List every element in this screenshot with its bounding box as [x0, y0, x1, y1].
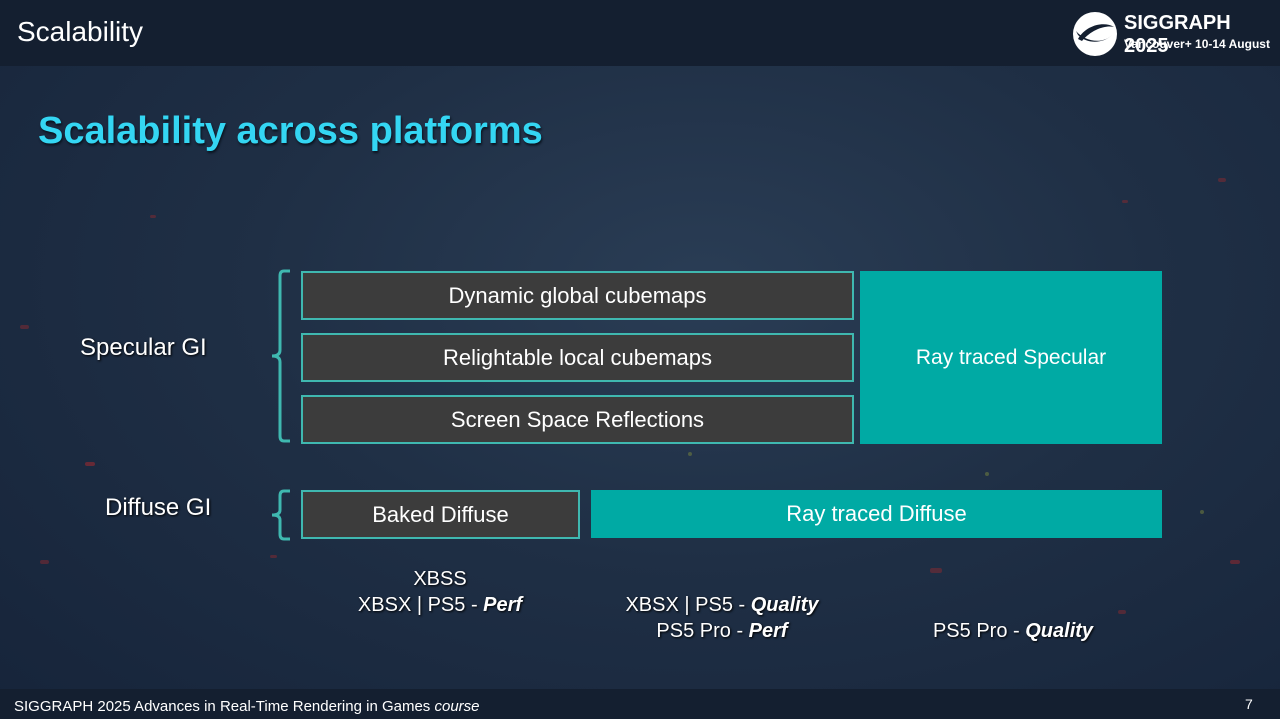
dynamic-global-cubemaps-box: Dynamic global cubemaps: [301, 271, 854, 320]
relightable-local-cubemaps-box: Relightable local cubemaps: [301, 333, 854, 382]
page-number: 7: [1245, 696, 1253, 712]
baked-diffuse-box: Baked Diffuse: [301, 490, 580, 539]
logo-subtitle: Vancouver+ 10-14 August: [1124, 37, 1270, 51]
screen-space-reflections-box: Screen Space Reflections: [301, 395, 854, 444]
specular-bracket: [271, 269, 290, 443]
platform-col-3: PS5 Pro - Quality: [913, 618, 1113, 644]
platform-xbsx-ps5-perf: XBSX | PS5 - Perf: [357, 594, 523, 616]
slide-title: Scalability across platforms: [38, 110, 543, 152]
footer-bar: SIGGRAPH 2025 Advances in Real-Time Rend…: [0, 689, 1280, 719]
ray-traced-diffuse-box: Ray traced Diffuse: [591, 490, 1162, 538]
specular-gi-label: Specular GI: [80, 334, 207, 361]
siggraph-logo-icon: [1073, 12, 1117, 56]
platform-col-1: XBSS XBSX | PS5 - Perf: [340, 566, 540, 618]
diffuse-gi-label: Diffuse GI: [105, 494, 212, 521]
header-bar: Scalability SIGGRAPH 2025 Vancouver+ 10-…: [0, 0, 1280, 66]
platform-col-2: XBSX | PS5 - Quality PS5 Pro - Perf: [612, 592, 832, 644]
ray-traced-specular-box: Ray traced Specular: [860, 271, 1162, 444]
section-title: Scalability: [17, 16, 144, 47]
platform-ps5pro-perf: PS5 Pro - Perf: [656, 620, 788, 642]
footer-text: SIGGRAPH 2025 Advances in Real-Time Rend…: [14, 698, 480, 715]
platform-ps5pro-quality: PS5 Pro - Quality: [932, 620, 1094, 642]
platform-xbss: XBSS: [413, 568, 467, 590]
platform-xbsx-ps5-quality: XBSX | PS5 - Quality: [625, 594, 819, 616]
diffuse-bracket: [271, 489, 290, 541]
logo-title: SIGGRAPH 2025: [1124, 12, 1231, 57]
